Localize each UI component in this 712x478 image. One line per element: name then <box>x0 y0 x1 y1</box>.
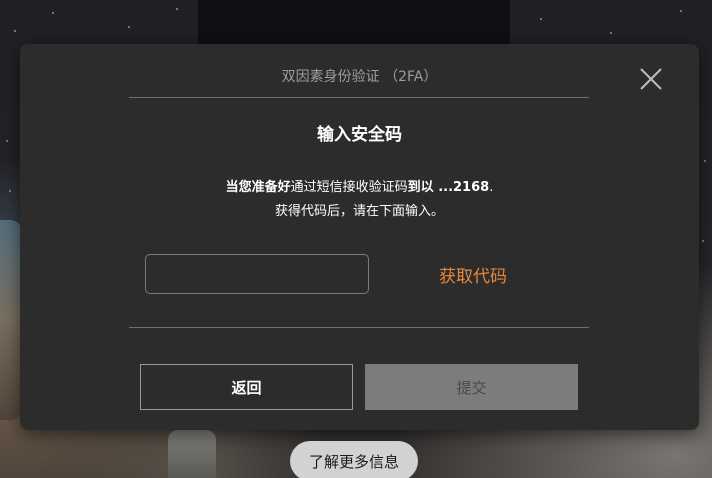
star-decoration <box>702 240 704 242</box>
background-character <box>0 220 22 420</box>
background-banner <box>198 0 510 46</box>
star-decoration <box>9 190 11 192</box>
page-title: 输入安全码 <box>317 125 402 145</box>
instruction-sms-text: 通过短信接收验证码 <box>290 180 408 195</box>
star-decoration <box>14 30 16 32</box>
security-code-input[interactable] <box>145 254 369 294</box>
star-decoration <box>610 32 612 34</box>
dialog-title: 双因素身份验证 （2FA） <box>281 69 438 85</box>
star-decoration <box>176 8 178 10</box>
instruction-line-2: 获得代码后，请在下面输入。 <box>274 204 444 219</box>
two-factor-auth-dialog: 双因素身份验证 （2FA） 输入安全码 当您准备好通过短信接收验证码到以 ...… <box>20 44 699 430</box>
star-decoration <box>540 18 542 20</box>
instruction-text: 当您准备好通过短信接收验证码到以 ...2168. 获得代码后，请在下面输入。 <box>20 176 699 224</box>
learn-more-button[interactable]: 了解更多信息 <box>290 441 418 478</box>
close-button[interactable] <box>639 67 663 91</box>
header-divider <box>129 97 589 98</box>
back-button[interactable]: 返回 <box>140 364 353 410</box>
get-code-link[interactable]: 获取代码 <box>439 262 507 287</box>
star-decoration <box>680 10 682 12</box>
footer-divider <box>129 327 589 328</box>
instruction-phone-text: 到以 ...2168 <box>407 180 490 195</box>
background-vase <box>168 430 216 478</box>
close-icon <box>640 68 662 90</box>
instruction-line-1: 当您准备好通过短信接收验证码到以 ...2168. <box>20 176 699 200</box>
star-decoration <box>128 26 130 28</box>
instruction-period: . <box>489 180 494 195</box>
star-decoration <box>704 160 706 162</box>
instruction-ready-text: 当您准备好 <box>225 180 291 195</box>
submit-button[interactable]: 提交 <box>365 364 578 410</box>
star-decoration <box>52 12 54 14</box>
star-decoration <box>6 140 8 142</box>
